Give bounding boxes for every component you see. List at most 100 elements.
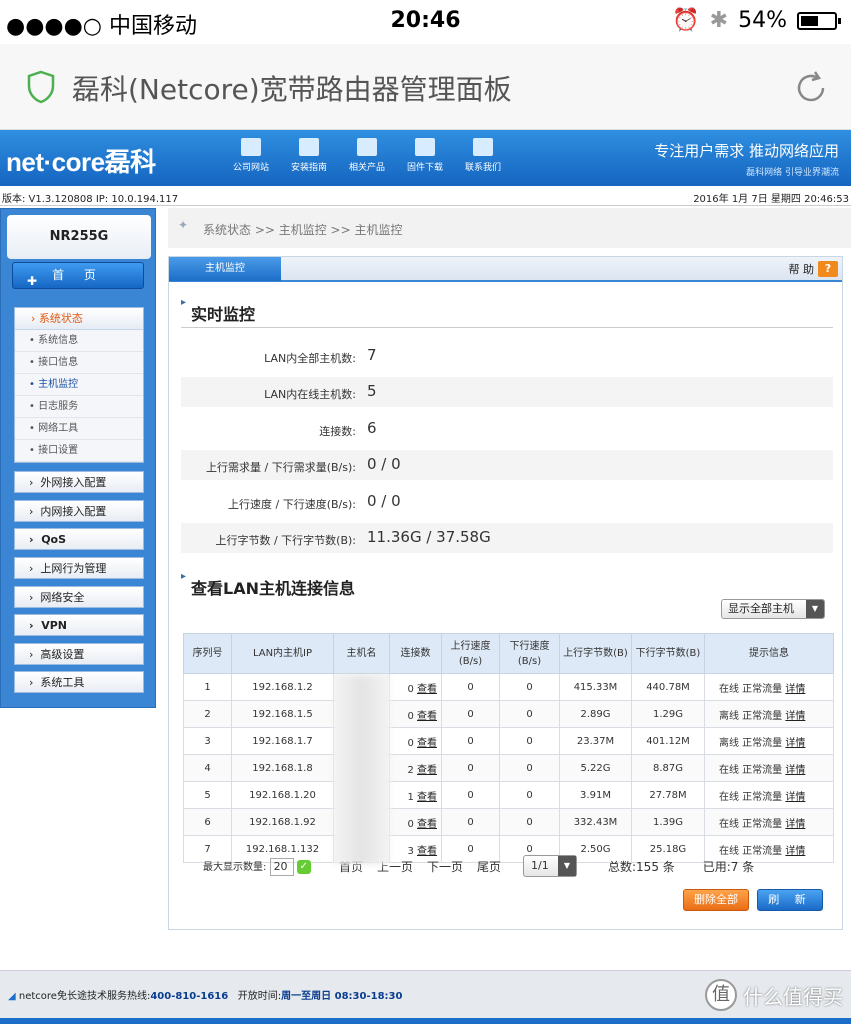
cell-down-speed: 0 <box>499 727 560 755</box>
menu-wan-config[interactable]: › 外网接入配置 <box>14 471 144 493</box>
cell-connections: 0 查看 <box>389 700 442 728</box>
record-counts: 总数:155 条 已用:7 条 <box>608 858 782 875</box>
check-icon[interactable]: ✓ <box>296 860 311 874</box>
menu-advanced-settings[interactable]: › 高级设置 <box>14 643 144 665</box>
detail-link[interactable]: 详情 <box>785 684 805 695</box>
cell-ip: 192.168.1.2 <box>231 673 334 701</box>
sidebar-item-log-service[interactable]: • 日志服务 <box>15 396 143 418</box>
sidebar-item-network-tools[interactable]: • 网络工具 <box>15 418 143 440</box>
view-link[interactable]: 查看 <box>417 765 437 776</box>
cell-down-bytes: 1.29G <box>631 700 705 728</box>
page-size-input[interactable]: 20 <box>269 858 294 876</box>
cell-down-speed: 0 <box>499 673 560 701</box>
status-text: 在线 正常流量 <box>719 764 783 776</box>
connection-count: 2 <box>407 764 414 776</box>
status-bar: ●●●●○ 中国移动 20:46 ⏰ ✱ 54% <box>0 0 851 44</box>
help-button[interactable]: 帮 助? <box>789 261 838 277</box>
col-down-speed: 下行速度(B/s) <box>499 633 560 674</box>
next-page-link[interactable]: 下一页 <box>427 858 463 875</box>
cell-up-speed: 0 <box>441 673 500 701</box>
page-size: 最大显示数量: 20 ✓ <box>203 858 311 876</box>
detail-link[interactable]: 详情 <box>785 819 805 830</box>
cell-up-bytes: 415.33M <box>559 673 632 701</box>
menu-lan-config[interactable]: › 内网接入配置 <box>14 500 144 522</box>
menu-system-status[interactable]: › 系统状态 <box>15 308 143 330</box>
battery-percent: 54% <box>738 8 787 33</box>
cell-down-bytes: 440.78M <box>631 673 705 701</box>
status-text: 在线 正常流量 <box>719 791 783 803</box>
sidebar-item-interface-settings[interactable]: • 接口设置 <box>15 440 143 462</box>
info-bar: 版本: V1.3.120808 IP: 10.0.194.117 2016年 1… <box>0 186 851 206</box>
connection-count: 0 <box>407 710 414 722</box>
delete-all-button[interactable]: 删除全部 <box>683 889 749 911</box>
table-footer: 最大显示数量: 20 ✓ 首页 上一页 下一页 尾页 1/1 ▼ 总数:155 条… <box>183 850 834 880</box>
stat-speed: 上行速度 / 下行速度(B/s): 0 / 0 <box>228 492 401 511</box>
col-no: 序列号 <box>183 633 232 674</box>
status-text: 离线 正常流量 <box>719 710 783 722</box>
col-connections: 连接数 <box>389 633 442 674</box>
detail-link[interactable]: 详情 <box>785 765 805 776</box>
connection-count: 0 <box>407 818 414 830</box>
cell-no: 6 <box>183 808 232 836</box>
view-link[interactable]: 查看 <box>417 819 437 830</box>
last-page-link[interactable]: 尾页 <box>477 858 501 875</box>
menu-network-security[interactable]: › 网络安全 <box>14 586 144 608</box>
menu-behavior-management[interactable]: › 上网行为管理 <box>14 557 144 579</box>
top-nav: 公司网站 安装指南 相关产品 固件下载 联系我们 <box>222 136 512 173</box>
nav-company-site[interactable]: 公司网站 <box>222 136 280 173</box>
nav-contact[interactable]: 联系我们 <box>454 136 512 173</box>
cell-down-speed: 0 <box>499 754 560 782</box>
nav-firmware[interactable]: 固件下载 <box>396 136 454 173</box>
col-down-bytes: 下行字节数(B) <box>631 633 705 674</box>
cell-up-speed: 0 <box>441 781 500 809</box>
host-monitor-panel: 主机监控 帮 助? 实时监控 LAN内全部主机数:7 LAN内在线主机数:5 连… <box>168 256 843 930</box>
cell-up-speed: 0 <box>441 727 500 755</box>
cell-down-speed: 0 <box>499 781 560 809</box>
total-count: 总数:155 条 <box>608 860 675 874</box>
cell-connections: 1 查看 <box>389 781 442 809</box>
sidebar-item-host-monitor[interactable]: • 主机监控 <box>15 374 143 396</box>
home-button[interactable]: ✚ 首 页 <box>12 262 144 289</box>
status-text: 离线 正常流量 <box>719 737 783 749</box>
col-up-speed: 上行速度(B/s) <box>441 633 500 674</box>
netcore-small-logo-icon: ◢ <box>8 991 16 1002</box>
menu-qos[interactable]: › QoS <box>14 528 144 550</box>
cell-up-speed: 0 <box>441 700 500 728</box>
menu-vpn[interactable]: › VPN <box>14 614 144 636</box>
detail-link[interactable]: 详情 <box>785 738 805 749</box>
view-link[interactable]: 查看 <box>417 738 437 749</box>
detail-link[interactable]: 详情 <box>785 711 805 722</box>
menu-system-tools[interactable]: › 系统工具 <box>14 671 144 693</box>
plus-icon: ✚ <box>27 274 38 288</box>
cell-up-bytes: 332.43M <box>559 808 632 836</box>
battery-icon <box>797 11 841 30</box>
cell-tips: 离线 正常流量 详情 <box>704 700 834 728</box>
cell-down-bytes: 8.87G <box>631 754 705 782</box>
page-footer: ◢ netcore免长途技术服务热线:400-810-1616 开放时间:周一至… <box>0 970 851 1024</box>
nav-products[interactable]: 相关产品 <box>338 136 396 173</box>
sidebar-item-system-info[interactable]: • 系统信息 <box>15 330 143 352</box>
cell-up-bytes: 5.22G <box>559 754 632 782</box>
page-select[interactable]: 1/1 ▼ <box>523 855 577 877</box>
chat-icon <box>473 138 493 156</box>
section-lan-connections: 查看LAN主机连接信息 <box>181 571 355 599</box>
reload-icon[interactable] <box>791 68 831 108</box>
host-filter-select[interactable]: 显示全部主机 ▼ <box>721 599 825 619</box>
breadcrumb: ✦ 系统状态 >> 主机监控 >> 主机监控 <box>168 208 851 248</box>
stat-demand: 上行需求量 / 下行需求量(B/s): 0 / 0 <box>181 450 833 480</box>
cell-ip: 192.168.1.7 <box>231 727 334 755</box>
cell-no: 2 <box>183 700 232 728</box>
watermark: 值 什么值得买 <box>705 979 843 1011</box>
connection-count: 0 <box>407 737 414 749</box>
cell-down-bytes: 1.39G <box>631 808 705 836</box>
sidebar-item-interface-info[interactable]: • 接口信息 <box>15 352 143 374</box>
cell-down-speed: 0 <box>499 700 560 728</box>
view-link[interactable]: 查看 <box>417 684 437 695</box>
detail-link[interactable]: 详情 <box>785 792 805 803</box>
view-link[interactable]: 查看 <box>417 792 437 803</box>
refresh-button[interactable]: 刷 新 <box>757 889 823 911</box>
cell-no: 1 <box>183 673 232 701</box>
nav-install-guide[interactable]: 安装指南 <box>280 136 338 173</box>
tab-host-monitor[interactable]: 主机监控 <box>169 257 281 281</box>
view-link[interactable]: 查看 <box>417 711 437 722</box>
